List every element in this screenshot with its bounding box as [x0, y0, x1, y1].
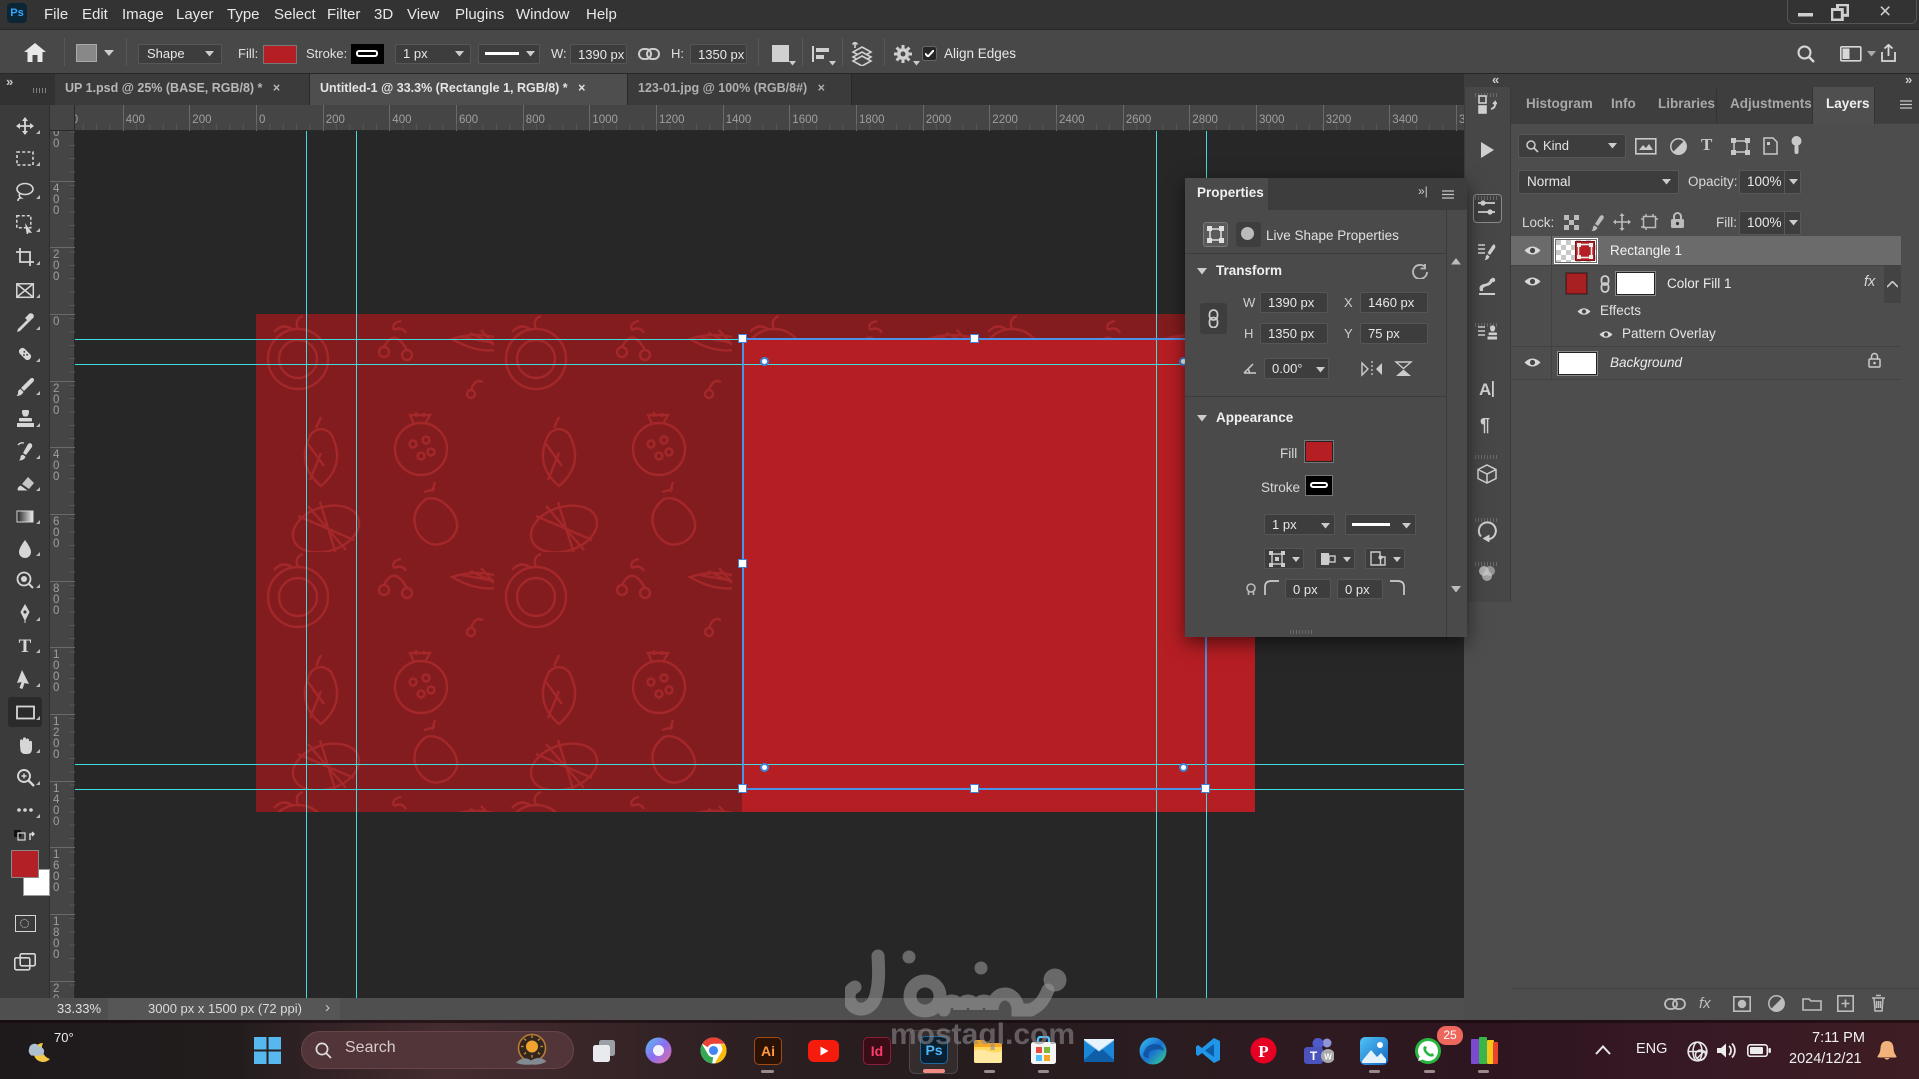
svg-text:¶: ¶ [1480, 415, 1490, 435]
svg-text:T: T [19, 636, 32, 655]
svg-text:W: W [1324, 1053, 1332, 1062]
svg-text:A: A [1479, 380, 1491, 399]
svg-text:T: T [1310, 1049, 1318, 1063]
svg-text:P: P [1258, 1042, 1268, 1061]
